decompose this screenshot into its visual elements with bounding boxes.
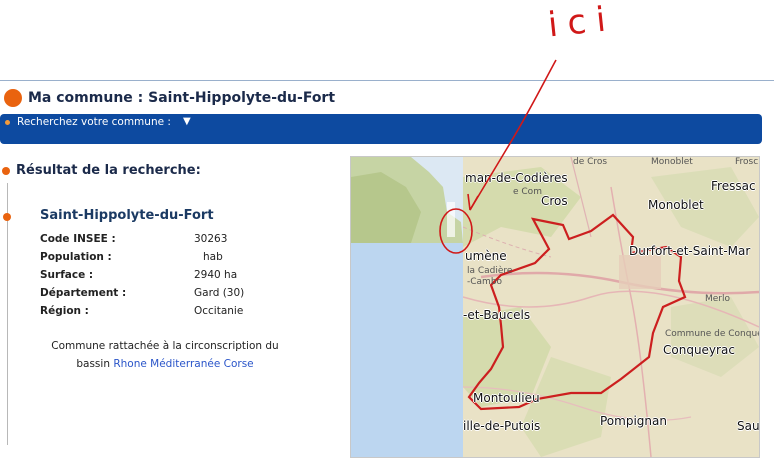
info-value: Occitanie <box>194 305 244 317</box>
map-label-small: Merlo <box>705 294 731 304</box>
note-prefix: bassin <box>76 358 110 370</box>
commune-name: Saint-Hippolyte-du-Fort <box>40 208 214 223</box>
dropdown-arrow-icon[interactable]: ▼ <box>183 116 191 127</box>
map-label: ille-de-Putois <box>463 419 541 433</box>
map-label: Sau <box>737 419 760 433</box>
note-line2: bassin Rhone Méditerranée Corse <box>30 355 300 373</box>
map-label: umène <box>465 249 507 263</box>
top-divider <box>0 80 774 81</box>
map-label: Pompignan <box>600 414 667 428</box>
commune-map[interactable]: man-de-Codières Cros Monoblet Fressac Du… <box>350 156 760 458</box>
info-label: Surface : <box>40 269 94 281</box>
basin-link[interactable]: Rhone Méditerranée Corse <box>113 358 253 370</box>
bullet-icon <box>2 166 10 175</box>
map-label: Cros <box>541 194 568 208</box>
info-label: Code INSEE : <box>40 233 116 245</box>
bullet-icon <box>4 89 22 107</box>
map-label-small: la Cadière <box>467 266 513 276</box>
map-label: -et-Baucels <box>463 308 531 322</box>
town-area <box>619 255 661 289</box>
sea-area <box>351 243 463 457</box>
result-heading: Résultat de la recherche: <box>2 163 201 178</box>
result-title: Résultat de la recherche: <box>16 163 201 178</box>
info-value: hab <box>203 251 223 263</box>
info-value: 2940 ha <box>194 269 238 281</box>
info-value: 30263 <box>194 233 228 245</box>
map-label-small: Frosc <box>735 157 759 167</box>
map-label: Montoulieu <box>473 391 540 405</box>
map-label: Monoblet <box>648 198 704 212</box>
annotation-text: ici <box>546 0 618 46</box>
map-label-small: -Cambo <box>467 277 503 287</box>
map-label-small: e Com <box>513 187 542 197</box>
map-label: Durfort-et-Saint-Mar <box>629 244 751 258</box>
map-label-small: Commune de Conque <box>665 329 760 339</box>
page-header: Ma commune : Saint-Hippolyte-du-Fort <box>0 88 335 108</box>
note-line1: Commune rattachée à la circonscription d… <box>51 340 279 352</box>
info-label: Population : <box>40 251 112 263</box>
search-label[interactable]: Recherchez votre commune : <box>17 116 171 128</box>
map-label-small: de Cros <box>573 157 608 167</box>
page-title: Ma commune : Saint-Hippolyte-du-Fort <box>28 90 336 106</box>
info-label: Département : <box>40 287 127 299</box>
map-label: Conqueyrac <box>663 343 735 357</box>
map-label-small: Monoblet <box>651 157 693 167</box>
bullet-icon <box>3 213 11 221</box>
basin-note: Commune rattachée à la circonscription d… <box>30 337 300 373</box>
info-value: Gard (30) <box>194 287 245 299</box>
inset-marker <box>447 202 455 237</box>
info-label: Région : <box>40 305 89 317</box>
map-label: man-de-Codières <box>465 171 568 185</box>
tree-line <box>7 183 8 445</box>
search-bar[interactable]: Recherchez votre commune : ▼ <box>0 114 762 144</box>
bullet-icon <box>5 120 10 125</box>
map-label: Fressac <box>711 179 756 193</box>
